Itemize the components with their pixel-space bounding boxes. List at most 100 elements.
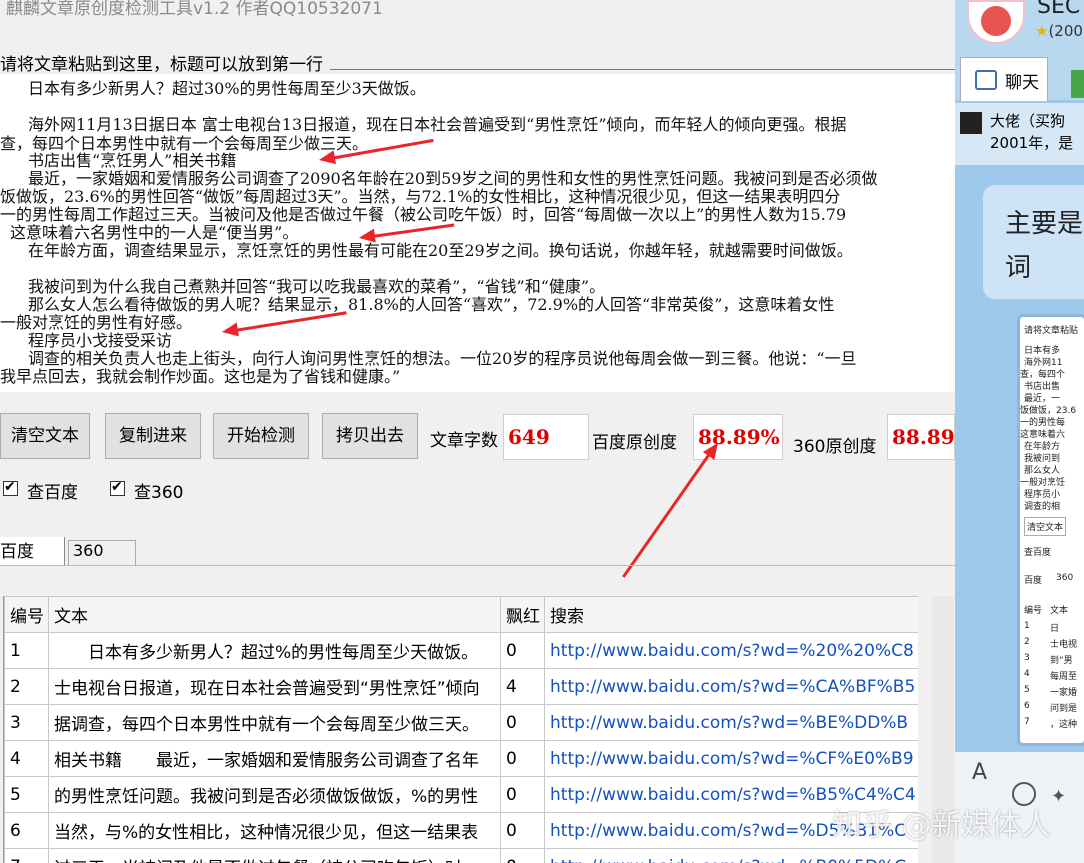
chat-bubble: 主要是 词 — [983, 185, 1084, 299]
watermark: 知乎 @新媒体人 — [832, 808, 1052, 843]
thumb-text: 到“男 — [1050, 656, 1073, 666]
thumb-text: 清空文本 — [1024, 517, 1067, 536]
clear-text-button[interactable]: 清空文本 — [0, 413, 90, 459]
table-row[interactable]: 2 士电视台日报道，现在日本社会普遍受到“男性烹饪”倾向 4 http://ww… — [4, 668, 918, 705]
article-line: 书店出售“烹饪男人”相关书籍 — [28, 151, 237, 170]
thumb-text: 6 — [1024, 701, 1030, 711]
annotation-arrow — [358, 223, 455, 245]
search-link[interactable]: http://www.baidu.com/s?wd=%B0%5D%C — [544, 848, 918, 863]
tab-chat-label: 聊天 — [1005, 73, 1039, 93]
thumb-text: ，这种 — [1050, 720, 1078, 730]
screenshot-thumbnail[interactable]: 请将文章粘贴 日本有多 海外网11 查，每四个 书店出售 最近，一 饭做饭，23… — [1017, 314, 1084, 746]
thumb-text: 调查的相 — [1024, 502, 1061, 512]
thumb-text: 1 — [1024, 621, 1030, 631]
thumb-text: 每周至 — [1050, 672, 1078, 682]
thumb-text: 360 — [1056, 573, 1074, 583]
article-line: 调查的相关负责人也走上街头，向行人询问男性烹饪的想法。一位20岁的程序员说他每周… — [28, 349, 857, 368]
thumb-text: 士电视 — [1050, 640, 1078, 650]
message-line: 2001年，是 — [990, 134, 1074, 152]
window-titlebar: 麒麟文章原创度检测工具v1.2 作者QQ10532071 — [0, 0, 955, 18]
contact-subtitle: ★(200 — [1035, 22, 1083, 40]
article-line: 最近，一家婚姻和爱情服务公司调查了2090名年龄在20到59岁之间的男性和女性的… — [28, 169, 878, 188]
article-line: 我被问到为什么我自己煮熟并回答“我可以吃我最喜欢的菜肴”，“省钱”和“健康”。 — [28, 277, 606, 296]
cell-index: 5 — [4, 776, 49, 813]
paste-in-button[interactable]: 复制进来 — [105, 413, 201, 459]
table-row[interactable]: 1 日本有多少新男人？超过%的男性每周至少天做饭。 0 http://www.b… — [4, 632, 918, 669]
baidu-checkbox[interactable]: ✔ — [3, 479, 18, 496]
article-line: 我早点回去，我就会制作炒面。这也是为了省钱和健康。” — [0, 367, 401, 386]
checkmark-icon: ✔ — [111, 479, 123, 495]
cell-red-count: 0 — [500, 632, 545, 669]
cell-red-count: 0 — [500, 812, 545, 849]
tab-baidu[interactable]: 百度 — [0, 537, 65, 565]
word-count-label: 文章字数 — [430, 431, 498, 451]
cell-text: 士电视台日报道，现在日本社会普遍受到“男性烹饪”倾向 — [48, 668, 501, 705]
thumb-text: 日 — [1050, 624, 1060, 634]
copy-out-button[interactable]: 拷贝出去 — [322, 413, 418, 459]
search-link[interactable]: http://www.baidu.com/s?wd=%CF%E0%B9 — [544, 740, 918, 777]
search-link[interactable]: http://www.baidu.com/s?wd=%20%20%C8 — [544, 632, 918, 669]
window-title: 麒麟文章原创度检测工具v1.2 作者QQ10532071 — [6, 0, 383, 18]
thumb-text: 百度 — [1024, 576, 1043, 586]
flag-icon[interactable] — [1071, 70, 1084, 98]
chat-window: SEC ★(200 聊天 大佬（买狗 2001年，是 主要是 词 请将文章粘贴 … — [955, 0, 1084, 863]
tab-label: 360 — [73, 541, 104, 560]
article-line: 那么女人怎么看待做饭的男人呢？结果显示，81.8%的人回答“喜欢”，72.9%的… — [28, 295, 835, 314]
thumb-text: 5 — [1024, 685, 1030, 695]
article-line: 海外网11月13日据日本 富士电视台13日报道，现在日本社会普遍受到“男性烹饪”… — [28, 115, 847, 134]
search-link[interactable]: http://www.baidu.com/s?wd=%CA%BF%B5 — [544, 668, 918, 705]
table-row[interactable]: 5 的男性烹饪问题。我被问到是否必须做饭做饭，%的男性 0 http://www… — [4, 776, 918, 813]
annotation-arrow — [220, 311, 347, 339]
star-icon: ★ — [1035, 22, 1049, 40]
360-checkbox[interactable]: ✔ — [110, 479, 125, 496]
thumb-text: 3 — [1024, 653, 1030, 663]
360-originality-label: 360原创度 — [793, 437, 877, 457]
article-line: 在年龄方面，调查结果显示，烹饪烹饪的男性最有可能在20至29岁之间。换句话说，你… — [28, 241, 853, 260]
baidu-originality-label: 百度原创度 — [592, 433, 677, 453]
baidu-checkbox-label[interactable]: 查百度 — [27, 478, 78, 503]
tab-divider — [0, 565, 955, 566]
bubble-text: 主要是 — [1005, 209, 1084, 239]
cell-index: 1 — [4, 632, 49, 669]
thumb-text: 编号 — [1024, 606, 1043, 616]
search-link[interactable]: http://www.baidu.com/s?wd=%BE%DD%B — [544, 704, 918, 741]
column-header[interactable]: 飘红 — [500, 596, 545, 633]
column-header[interactable]: 搜索 — [544, 596, 918, 633]
contact-subtitle-text: (200 — [1048, 22, 1083, 40]
article-line: 程序员小戈接受采访 — [28, 331, 173, 350]
tab-label: 百度 — [0, 542, 34, 562]
cell-red-count: 0 — [500, 740, 545, 777]
thumb-text: 2 — [1024, 637, 1030, 647]
start-check-button[interactable]: 开始检测 — [213, 413, 309, 459]
article-prompt-label: 请将文章粘贴到这里，标题可以放到第一行 — [0, 55, 323, 75]
contact-name: SEC — [1037, 0, 1081, 19]
cell-red-count: 0 — [500, 776, 545, 813]
column-header[interactable]: 文本 — [48, 596, 501, 633]
360-checkbox-label[interactable]: 查360 — [134, 478, 183, 503]
article-textarea[interactable]: 日本有多少新男人？超过30%的男性每周至少3天做饭。 海外网11月13日据日本 … — [0, 74, 955, 392]
article-line: 饭做饭，23.6%的男性回答“做饭”每周超过3天”。当然，与72.1%的女性相比… — [0, 187, 841, 206]
cell-index: 3 — [4, 704, 49, 741]
cell-text: 过三天。当被问及他是否做过午餐（被公司吃午饭）时 — [48, 848, 501, 863]
cell-text: 当然，与%的女性相比，这种情况很少见，但这一结果表 — [48, 812, 501, 849]
results-table: 编号 文本 飘红 搜索 1 日本有多少新男人？超过%的男性每周至少天做饭。 0 … — [3, 596, 918, 863]
article-line: 一的男性每周工作超过三天。当被问及他是否做过午餐（被公司吃午饭）时，回答“每周做… — [0, 205, 847, 224]
thumb-text: 问到是 — [1050, 704, 1078, 714]
column-header[interactable]: 编号 — [4, 596, 49, 633]
cell-red-count: 4 — [500, 668, 545, 705]
table-row[interactable]: 7 过三天。当被问及他是否做过午餐（被公司吃午饭）时 0 http://www.… — [4, 848, 918, 863]
table-row[interactable]: 3 据调查，每四个日本男性中就有一个会每周至少做三天。 0 http://www… — [4, 704, 918, 741]
font-icon[interactable]: A — [972, 760, 987, 785]
bubble-text: 词 — [1005, 253, 1032, 283]
thumb-text: 7 — [1024, 717, 1030, 727]
avatar-image — [981, 6, 1011, 36]
table-row[interactable]: 4 相关书籍 最近，一家婚姻和爱情服务公司调查了名年 0 http://www.… — [4, 740, 918, 777]
cell-red-count: 0 — [500, 704, 545, 741]
thumb-text: 查百度 — [1024, 548, 1052, 558]
word-count-value: 649 — [503, 414, 589, 460]
tab-360[interactable]: 360 — [68, 540, 136, 565]
table-row[interactable]: 6 当然，与%的女性相比，这种情况很少见，但这一结果表 0 http://www… — [4, 812, 918, 849]
magic-wand-icon[interactable]: ✦ — [1051, 786, 1066, 807]
360-originality-value: 88.89 — [887, 414, 955, 460]
tab-chat[interactable]: 聊天 — [960, 57, 1048, 101]
